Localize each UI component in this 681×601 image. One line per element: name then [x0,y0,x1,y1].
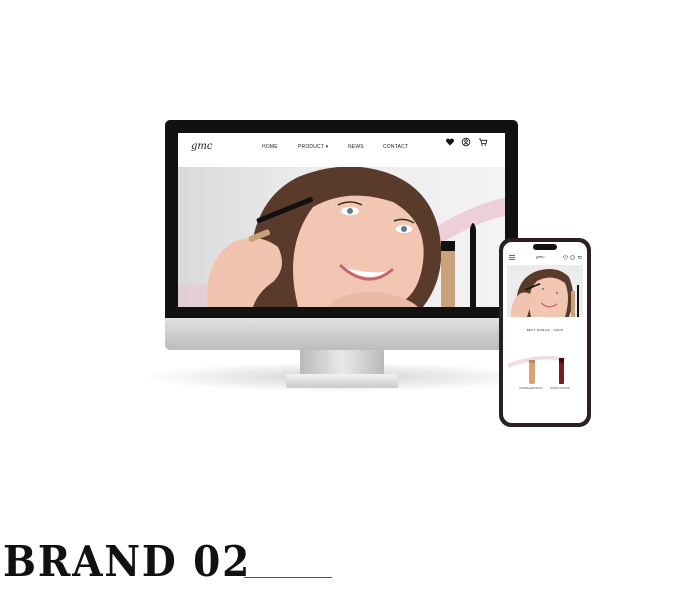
brand-showcase: gmc HOME PRODUCT ▾ NEWS CONTACT gmc BEST… [0,0,681,601]
user-icon[interactable] [570,255,575,260]
cart-icon[interactable] [577,255,582,260]
hero-illustration [178,167,505,307]
site-header: gmc HOME PRODUCT ▾ NEWS CONTACT [178,133,505,167]
heart-icon[interactable] [563,255,568,260]
mobile-section-caption: BEST MOBILE · SHOP [526,328,564,332]
mobile-product-label[interactable]: LIQUID LIPSTICK [548,387,572,390]
mobile-product-label[interactable]: CONCEALER STICK [519,387,543,390]
nav-home[interactable]: HOME [262,144,278,150]
cart-icon[interactable] [478,137,488,147]
nav-product[interactable]: PRODUCT ▾ [298,144,328,150]
mobile-hero-banner[interactable] [507,265,583,317]
page-title: BRAND 02 [3,537,252,586]
hero-banner[interactable] [178,167,505,307]
phone-notch [533,244,557,250]
site-logo[interactable]: gmc [191,141,212,152]
mobile-product-row [507,356,567,384]
title-underline [244,577,332,578]
nav-news[interactable]: NEWS [348,144,364,150]
user-icon[interactable] [461,137,471,147]
lipstick-product-image [559,362,564,384]
monitor-stand-neck [300,350,384,376]
monitor-chin [165,318,518,350]
desktop-website: gmc HOME PRODUCT ▾ NEWS CONTACT [178,133,505,307]
mobile-logo[interactable]: gmc [536,254,545,259]
menu-icon[interactable] [509,255,515,260]
heart-icon[interactable] [445,137,455,147]
mobile-website: gmc BEST MOBILE · SHOP CONCEALER STICK L… [503,242,587,423]
nav-contact[interactable]: CONTACT [383,144,408,150]
monitor-stand-base [286,374,398,388]
concealer-product-image [529,362,535,384]
